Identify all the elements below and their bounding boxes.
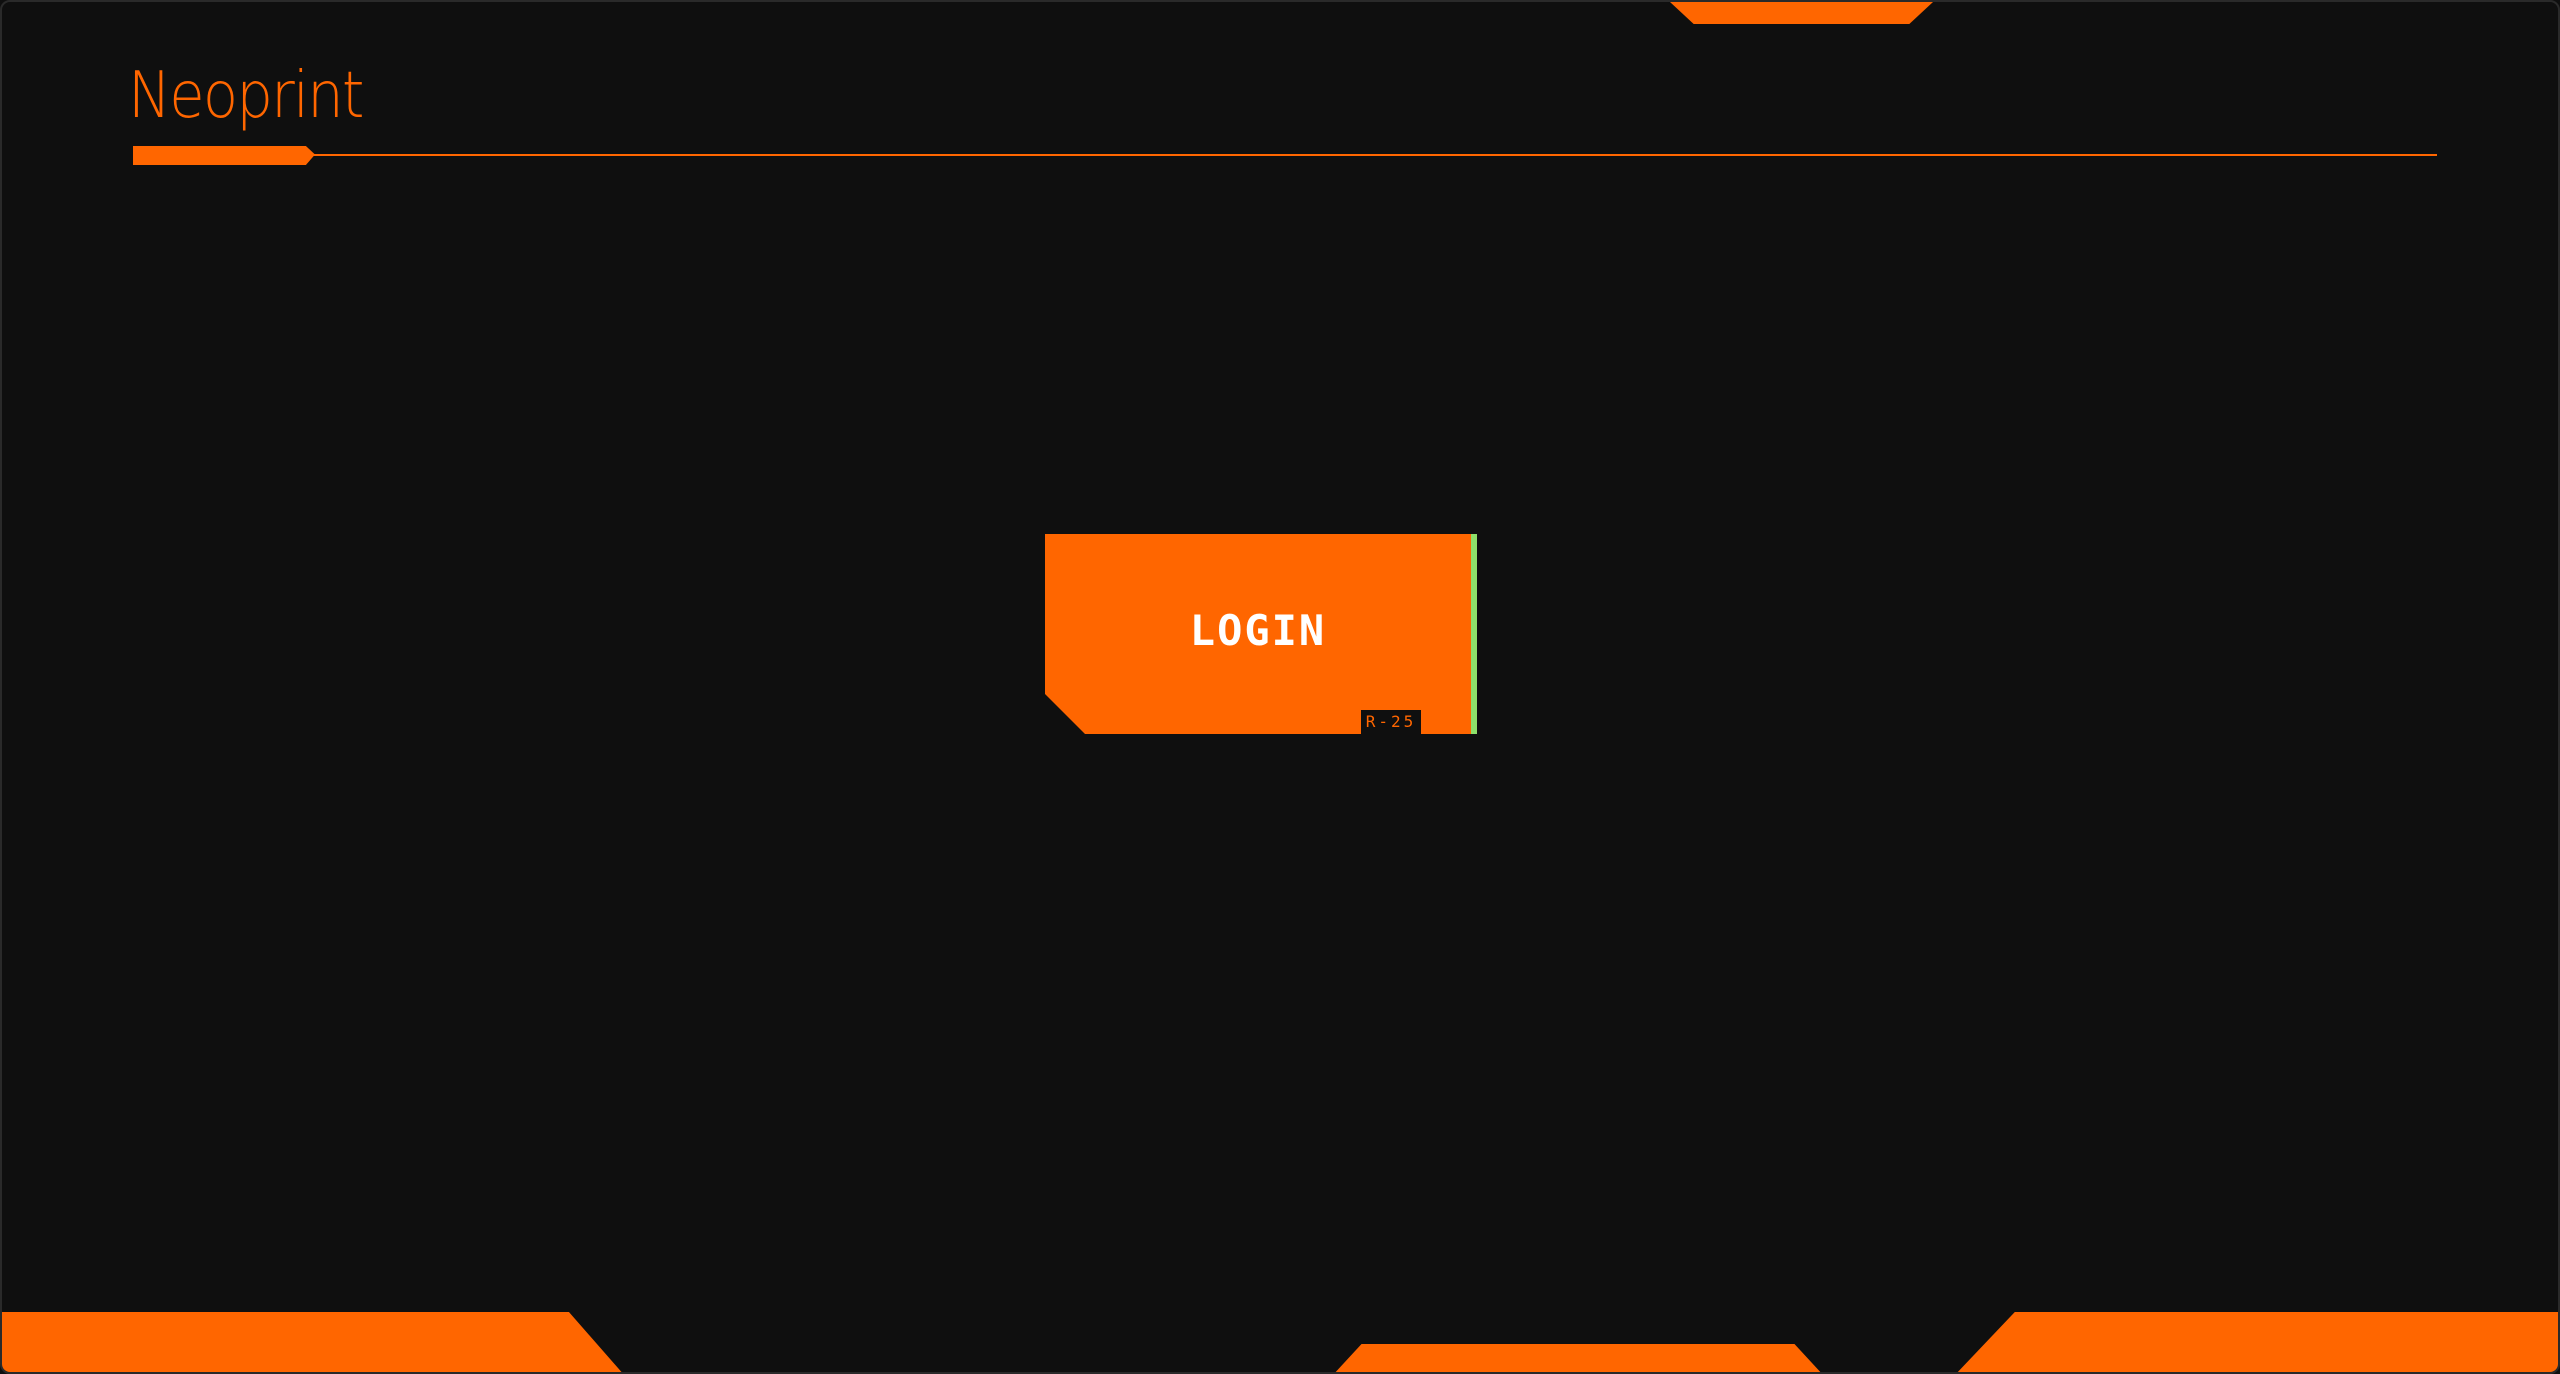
login-status-accent xyxy=(1471,534,1477,734)
bottom-left-decorative-bar xyxy=(2,1312,625,1372)
bottom-center-decorative-bar xyxy=(1332,1344,1824,1372)
top-decorative-tab xyxy=(1670,2,1933,24)
bottom-right-decorative-bar xyxy=(1954,1312,2558,1372)
login-version-tag: R-25 xyxy=(1361,710,1421,734)
app-title: Neoprint xyxy=(128,59,365,133)
title-divider-line xyxy=(302,154,2437,156)
app-window: Neoprint LOGIN R-25 xyxy=(0,0,2560,1374)
login-button[interactable]: LOGIN R-25 xyxy=(1045,534,1477,734)
login-button-label: LOGIN xyxy=(1189,606,1327,655)
title-underline-block xyxy=(133,146,315,165)
